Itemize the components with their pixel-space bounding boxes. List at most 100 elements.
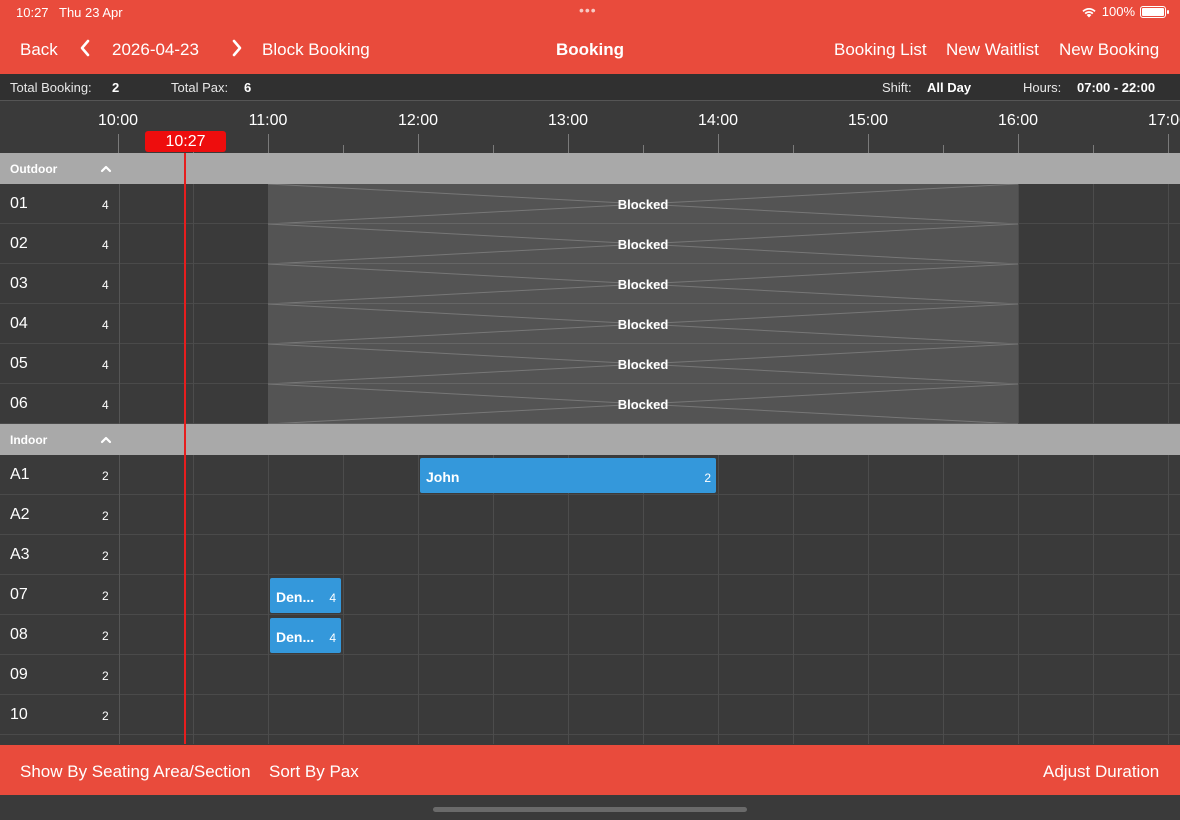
table-row[interactable]: A2 2 (0, 495, 1180, 535)
section-header-outdoor[interactable]: Outdoor (0, 153, 1180, 184)
show-by-section-button[interactable]: Show By Seating Area/Section (20, 762, 251, 782)
booking-list-button[interactable]: Booking List (834, 40, 927, 60)
wifi-icon (1082, 7, 1096, 17)
blocked-slot[interactable]: Blocked (268, 384, 1018, 424)
blocked-label: Blocked (617, 317, 669, 332)
half-hour-tick (793, 145, 794, 153)
status-date: Thu 23 Apr (59, 5, 123, 20)
table-row[interactable]: A3 2 (0, 535, 1180, 575)
hour-label: 13:00 (547, 112, 589, 129)
booking-pax: 4 (329, 591, 336, 605)
hour-tick (268, 134, 269, 153)
table-capacity: 2 (102, 669, 109, 683)
hour-tick (718, 134, 719, 153)
status-time: 10:27 (16, 5, 49, 20)
table-capacity: 4 (102, 318, 109, 332)
table-row[interactable]: 09 2 (0, 655, 1180, 695)
adjust-duration-button[interactable]: Adjust Duration (1043, 762, 1159, 782)
sort-by-pax-button[interactable]: Sort By Pax (269, 762, 359, 782)
blocked-label: Blocked (617, 357, 669, 372)
table-name: 04 (10, 315, 28, 332)
summary-bar: Total Booking: 2 Total Pax: 6 Shift: All… (0, 74, 1180, 101)
current-time-badge: 10:27 (145, 131, 226, 152)
blocked-slot[interactable]: Blocked (268, 224, 1018, 264)
section-label: Indoor (10, 433, 48, 447)
table-capacity: 4 (102, 278, 109, 292)
battery-icon (1140, 5, 1169, 18)
booking-block[interactable]: John 2 (420, 458, 716, 493)
status-right: 100% (1081, 4, 1169, 19)
booking-pax: 4 (329, 631, 336, 645)
hour-label: 17:00 (1147, 112, 1180, 129)
home-indicator[interactable] (433, 807, 747, 812)
chevron-up-icon[interactable] (99, 162, 113, 176)
new-waitlist-button[interactable]: New Waitlist (946, 40, 1039, 60)
home-indicator-area (0, 795, 1180, 820)
booking-guest-name: John (426, 469, 460, 485)
table-name: 08 (10, 626, 28, 643)
hours-value: 07:00 - 22:00 (1077, 80, 1156, 95)
total-booking-value: 2 (112, 80, 120, 95)
hour-label: 10:00 (97, 112, 139, 129)
hour-label: 11:00 (248, 112, 288, 129)
booking-block[interactable]: Den... 4 (270, 618, 341, 653)
bottom-toolbar: Show By Seating Area/Section Sort By Pax… (0, 745, 1180, 795)
shift-label: Shift: (882, 80, 912, 95)
table-capacity: 4 (102, 398, 109, 412)
table-name: 07 (10, 586, 28, 603)
table-capacity: 2 (102, 549, 109, 563)
blocked-label: Blocked (617, 197, 669, 212)
half-hour-tick (643, 145, 644, 153)
section-header-indoor[interactable]: Indoor (0, 424, 1180, 455)
booking-guest-name: Den... (276, 629, 315, 645)
table-capacity: 4 (102, 358, 109, 372)
chevron-left-icon[interactable] (78, 38, 92, 58)
back-button[interactable]: Back (20, 40, 58, 60)
hour-tick (1018, 134, 1019, 153)
table-row[interactable]: 08 2 (0, 615, 1180, 655)
total-pax-label: Total Pax: (171, 80, 229, 95)
booking-guest-name: Den... (276, 589, 315, 605)
nav-bar: Back 2026-04-23 Block Booking Booking Bo… (0, 24, 1180, 74)
shift-value[interactable]: All Day (927, 80, 971, 95)
table-capacity: 4 (102, 198, 109, 212)
table-row[interactable]: 10 2 (0, 695, 1180, 735)
blocked-slot[interactable]: Blocked (268, 304, 1018, 344)
hour-tick (568, 134, 569, 153)
table-name: A1 (10, 466, 30, 483)
table-name: 01 (10, 195, 28, 212)
table-row[interactable]: 07 2 (0, 575, 1180, 615)
blocked-slot[interactable]: Blocked (268, 344, 1018, 384)
blocked-label: Blocked (617, 237, 669, 252)
booking-grid[interactable]: 01 4 02 4 03 4 04 4 05 4 06 4 A1 2 A2 2 A3 2 07 2 08 2 09 2 10 2 O… (0, 153, 1180, 744)
chevron-up-icon[interactable] (99, 433, 113, 447)
table-capacity: 2 (102, 629, 109, 643)
total-booking-label: Total Booking: (10, 80, 92, 95)
block-booking-button[interactable]: Block Booking (262, 40, 370, 60)
table-name: 10 (10, 706, 28, 723)
total-pax-value: 6 (244, 80, 252, 95)
hour-label: 16:00 (997, 112, 1039, 129)
status-bar: 10:27 Thu 23 Apr ••• 100% (0, 0, 1180, 24)
hour-tick (868, 134, 869, 153)
blocked-slot[interactable]: Blocked (268, 184, 1018, 224)
table-name: A3 (10, 546, 30, 563)
booking-block[interactable]: Den... 4 (270, 578, 341, 613)
chevron-right-icon[interactable] (230, 38, 244, 58)
half-hour-tick (943, 145, 944, 153)
new-booking-button[interactable]: New Booking (1059, 40, 1159, 60)
section-label: Outdoor (10, 162, 58, 176)
table-capacity: 2 (102, 469, 109, 483)
half-hour-tick (1093, 145, 1094, 153)
multitask-dots[interactable]: ••• (579, 2, 597, 18)
timeline-header[interactable]: 10:00 11:00 12:00 13:00 14:00 15:00 16:00 17:00… (0, 101, 1180, 153)
table-name: A2 (10, 506, 30, 523)
table-capacity: 2 (102, 589, 109, 603)
blocked-slot[interactable]: Blocked (268, 264, 1018, 304)
blocked-label: Blocked (617, 397, 669, 412)
battery-percent: 100% (1101, 4, 1135, 19)
hour-label: 12:00 (397, 112, 439, 129)
date-selector[interactable]: 2026-04-23 (112, 40, 199, 60)
table-name: 02 (10, 235, 28, 252)
hour-label: 14:00 (697, 112, 739, 129)
